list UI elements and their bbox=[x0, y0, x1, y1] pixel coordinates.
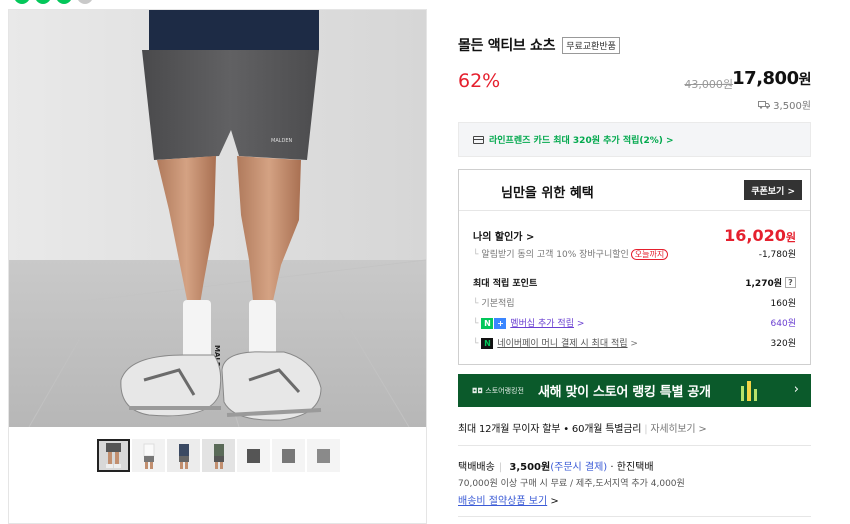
points-label: 최대 적립 포인트 bbox=[473, 279, 538, 289]
naverpay-icon: N bbox=[481, 338, 494, 349]
installment-info: 최대 12개월 무이자 할부 • 60개월 특별금리 | 자세히보기 > bbox=[458, 424, 707, 435]
points-row: 최대 적립 포인트 1,270원? bbox=[473, 276, 796, 289]
my-discount-label[interactable]: 나의 할인가 > bbox=[473, 228, 534, 243]
sale-price-value: 17,800 bbox=[732, 68, 799, 89]
sale-price-won: 원 bbox=[798, 72, 812, 88]
coupon-view-button[interactable]: 쿠폰보기 > bbox=[744, 180, 802, 200]
naverpay-points-value: 320원 bbox=[770, 339, 796, 349]
thumbnail-strip bbox=[97, 439, 340, 472]
thumbnail-7[interactable] bbox=[307, 439, 340, 472]
shorts-logo-text: MALDEN bbox=[271, 138, 293, 144]
dot-icon bbox=[14, 0, 30, 4]
installment-divider bbox=[458, 445, 811, 446]
shipping-fee-note: (주문시 결제) bbox=[550, 462, 608, 473]
thumbnail-2[interactable] bbox=[132, 439, 165, 472]
shipping-fee-small-text: 3,500원 bbox=[773, 101, 811, 112]
title-row: 몰든 액티브 쇼츠 무료교환반품 bbox=[458, 35, 620, 55]
alarm-discount-label: └ 알림받기 동의 고객 10% 장바구니할인 오늘까지 bbox=[473, 247, 669, 260]
alarm-discount-text: 알림받기 동의 고객 10% 장바구니할인 bbox=[481, 250, 629, 260]
credit-card-icon bbox=[473, 135, 484, 144]
basic-points-row: └ 기본적립 160원 bbox=[473, 296, 796, 309]
dot-icon bbox=[35, 0, 51, 4]
my-discount-number: 16,020 bbox=[724, 226, 786, 245]
discount-rate: 62% bbox=[458, 70, 501, 92]
main-product-image[interactable]: MALDEN MALDEN bbox=[9, 10, 426, 427]
shipping-detail: 70,000원 이상 구매 시 무료 / 제주,도서지역 추가 4,000원 bbox=[458, 479, 685, 489]
ranking-bars-icon bbox=[741, 381, 757, 401]
shipping-save-arrow: > bbox=[550, 496, 559, 507]
truck-icon bbox=[758, 100, 771, 109]
my-discount-row: 나의 할인가 > 16,020원 bbox=[473, 226, 796, 245]
dot-icon bbox=[77, 0, 93, 4]
top-dots bbox=[14, 0, 93, 4]
card-benefit-banner[interactable]: 라인프렌즈 카드 최대 320원 추가 적립(2%) > bbox=[458, 122, 811, 157]
shipping-fee: 3,500원 bbox=[509, 462, 551, 473]
chevron-right-icon: › bbox=[793, 382, 799, 397]
thumbnail-1[interactable] bbox=[97, 439, 130, 472]
naverpay-points-label: └ N 네이버페이 머니 결제 시 최대 적립 > bbox=[473, 338, 638, 349]
membership-link[interactable]: 멤버십 추가 적립 bbox=[510, 319, 574, 329]
my-discount-value: 16,020원 bbox=[724, 226, 796, 245]
original-price: 43,000원 bbox=[684, 78, 733, 91]
naverpay-link[interactable]: 네이버페이 머니 결제 시 최대 적립 bbox=[497, 339, 627, 349]
help-icon[interactable]: ? bbox=[785, 277, 796, 288]
thumbnail-5[interactable] bbox=[237, 439, 270, 472]
installment-text: 최대 12개월 무이자 할부 • 60개월 특별금리 bbox=[458, 424, 642, 435]
benefits-divider bbox=[459, 210, 810, 211]
plus-icon: + bbox=[494, 318, 507, 329]
free-exchange-badge: 무료교환반품 bbox=[562, 36, 620, 54]
benefits-box: 님만을 위한 혜택 쿠폰보기 > 나의 할인가 > 16,020원 └ 알림받기 … bbox=[458, 169, 811, 365]
shipping-save-link[interactable]: 배송비 절약상품 보기 bbox=[458, 496, 547, 507]
basic-points-label: └ 기본적립 bbox=[473, 299, 515, 309]
shipping-label: 택배배송 bbox=[458, 462, 495, 473]
alarm-discount-value: -1,780원 bbox=[758, 250, 796, 260]
alarm-discount-row: └ 알림받기 동의 고객 10% 장바구니할인 오늘까지 -1,780원 bbox=[473, 247, 796, 260]
shipping-save-row: 배송비 절약상품 보기 > bbox=[458, 492, 559, 507]
store-ranking-banner[interactable]: ◘◘ 스토어랭킹전 새해 맞이 스토어 랭킹 특별 공개 › bbox=[458, 374, 811, 407]
thumbnail-6[interactable] bbox=[272, 439, 305, 472]
shipping-row: 택배배송 | 3,500원(주문시 결제) · 한진택배 bbox=[458, 462, 654, 473]
basic-points-text: 기본적립 bbox=[481, 299, 515, 309]
membership-points-value: 640원 bbox=[770, 319, 796, 329]
column-divider bbox=[426, 9, 427, 524]
sale-price: 17,800원 bbox=[732, 68, 811, 89]
store-ranking-tag: ◘◘ 스토어랭킹전 bbox=[472, 386, 524, 395]
card-banner-text: 라인프렌즈 카드 최대 320원 추가 적립(2%) > bbox=[489, 136, 674, 146]
naver-n-icon: N bbox=[481, 318, 494, 329]
my-discount-won: 원 bbox=[785, 231, 796, 244]
points-value-wrap: 1,270원? bbox=[745, 276, 796, 289]
installment-detail-link[interactable]: 자세히보기 > bbox=[650, 424, 706, 435]
benefits-title: 님만을 위한 혜택 bbox=[501, 186, 594, 201]
today-only-pill: 오늘까지 bbox=[630, 249, 669, 260]
shipping-fee-small: 3,500원 bbox=[758, 97, 811, 112]
store-ranking-text: 새해 맞이 스토어 랭킹 특별 공개 bbox=[537, 385, 711, 400]
thumbnail-4[interactable] bbox=[202, 439, 235, 472]
bottom-divider bbox=[458, 516, 811, 517]
naverpay-points-row: └ N 네이버페이 머니 결제 시 최대 적립 > 320원 bbox=[473, 336, 796, 349]
membership-points-label: └ N + 멤버십 추가 적립 > bbox=[473, 318, 585, 329]
points-value: 1,270원 bbox=[745, 279, 782, 289]
basic-points-value: 160원 bbox=[770, 299, 796, 309]
dot-icon bbox=[56, 0, 72, 4]
shipping-carrier: · 한진택배 bbox=[610, 462, 654, 473]
product-photo: MALDEN MALDEN bbox=[9, 10, 426, 427]
product-title: 몰든 액티브 쇼츠 bbox=[458, 38, 556, 54]
membership-points-row: └ N + 멤버십 추가 적립 > 640원 bbox=[473, 316, 796, 329]
product-gallery: MALDEN MALDEN bbox=[8, 9, 426, 524]
thumbnail-3[interactable] bbox=[167, 439, 200, 472]
